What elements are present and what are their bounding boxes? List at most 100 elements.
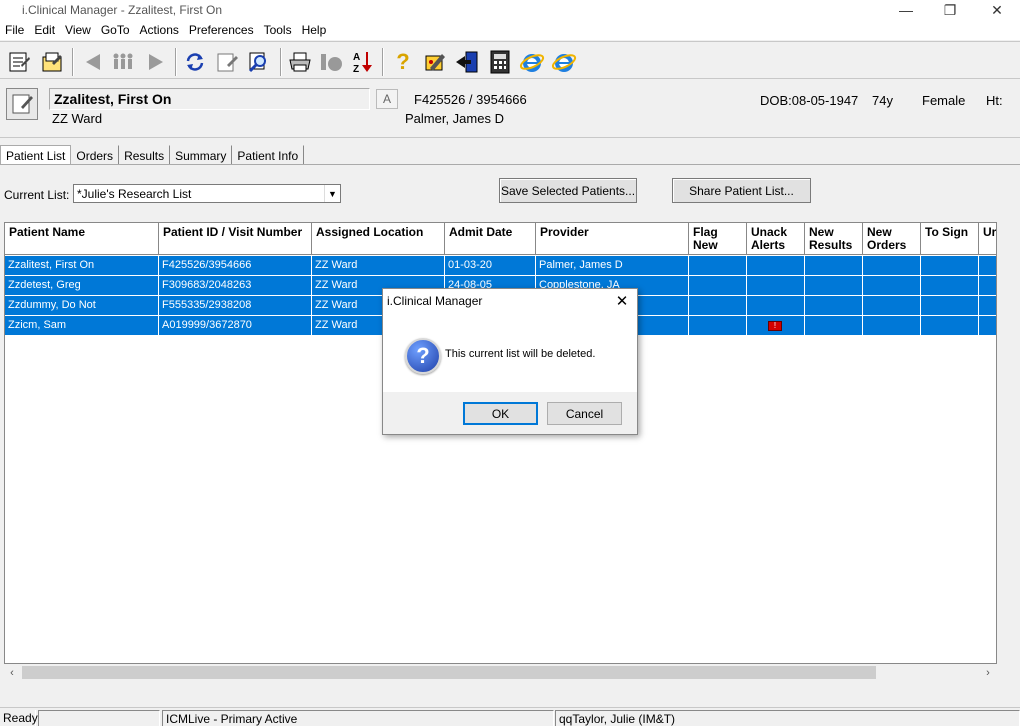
sort-icon[interactable] (318, 49, 344, 75)
cell-new-results (805, 276, 863, 296)
column-header[interactable]: Flag New (689, 223, 747, 255)
cell-patient-id: F425526/3954666 (159, 256, 312, 276)
cell-to-sign (921, 256, 979, 276)
column-header[interactable]: Provider (536, 223, 689, 255)
cell-new-orders (863, 296, 921, 316)
scroll-right-icon[interactable]: › (980, 664, 996, 681)
tab-patient-info[interactable]: Patient Info (232, 145, 305, 165)
svg-text:Z: Z (353, 64, 359, 74)
menu-file[interactable]: File (5, 20, 30, 40)
dialog-body: ? This current list will be deleted. (383, 314, 637, 392)
cell-patient-name: Zzdummy, Do Not (5, 296, 159, 316)
az-sort-icon[interactable]: AZ (350, 49, 376, 75)
chevron-down-icon[interactable]: ▼ (324, 185, 340, 202)
refresh-icon[interactable] (182, 49, 208, 75)
back-arrow-icon[interactable] (80, 49, 106, 75)
status-user: qqTaylor, Julie (IM&T) (555, 710, 1020, 726)
scroll-left-icon[interactable]: ‹ (4, 664, 20, 681)
alert-flag-icon[interactable]: ! (768, 321, 782, 331)
column-header[interactable]: Assigned Location (312, 223, 445, 255)
cell-new-orders (863, 276, 921, 296)
table-row[interactable]: Zzalitest, First On F425526/3954666 ZZ W… (5, 256, 996, 276)
share-patient-list-button[interactable]: Share Patient List... (672, 178, 811, 203)
tab-summary[interactable]: Summary (170, 145, 233, 165)
status-empty-panel (38, 710, 160, 726)
edit-list-icon[interactable] (39, 49, 65, 75)
patient-name: Zzalitest, First On (49, 88, 370, 110)
people-icon[interactable] (110, 49, 136, 75)
scrollbar-thumb[interactable] (22, 666, 876, 679)
column-header[interactable]: Patient ID / Visit Number (159, 223, 312, 255)
cell-admit-date: 01-03-20 (445, 256, 536, 276)
toolbar-separator (280, 48, 282, 76)
cancel-button[interactable]: Cancel (547, 402, 622, 425)
cell-provider: Palmer, James D (536, 256, 689, 276)
vertical-scrollbar[interactable] (997, 222, 1020, 664)
menu-goto[interactable]: GoTo (101, 20, 136, 40)
cell-patient-name: Zzdetest, Greg (5, 276, 159, 296)
patient-edit-icon[interactable] (6, 88, 38, 120)
calculator-icon[interactable] (487, 49, 513, 75)
window-title: i.Clinical Manager - Zzalitest, First On (22, 3, 223, 17)
save-selected-patients-button[interactable]: Save Selected Patients... (499, 178, 637, 203)
binoculars-icon[interactable] (246, 49, 272, 75)
status-bar: Ready ICMLive - Primary Active qqTaylor,… (0, 707, 1020, 726)
exit-icon[interactable] (454, 49, 480, 75)
edit-note-icon[interactable] (214, 49, 240, 75)
current-list-label: Current List: (4, 188, 70, 202)
tools-icon[interactable] (422, 49, 448, 75)
patient-dob: DOB:08-05-1947 (760, 93, 859, 108)
status-system: ICMLive - Primary Active (162, 710, 554, 726)
minimize-button[interactable]: — (884, 0, 928, 20)
dialog-title: i.Clinical Manager ✕ (383, 289, 637, 314)
internet-explorer-icon[interactable] (519, 49, 545, 75)
cell-patient-id: A019999/3672870 (159, 316, 312, 336)
internet-explorer-icon-2[interactable] (551, 49, 577, 75)
close-window-button[interactable]: ✕ (975, 0, 1019, 20)
cell-new-results (805, 296, 863, 316)
menu-view[interactable]: View (65, 20, 97, 40)
column-header[interactable]: Ur (979, 223, 996, 255)
menu-actions[interactable]: Actions (140, 20, 185, 40)
toolbar-separator (72, 48, 74, 76)
cell-flag-new (689, 316, 747, 336)
patient-age: 74y (872, 93, 893, 108)
cell-flag-new (689, 276, 747, 296)
help-icon[interactable]: ? (390, 49, 416, 75)
cell-patient-id: F309683/2048263 (159, 276, 312, 296)
printer-icon[interactable] (287, 49, 313, 75)
dialog-close-icon[interactable]: ✕ (613, 291, 631, 311)
patient-id-visit: F425526 / 3954666 (414, 92, 527, 107)
toolbar: AZ ? (0, 41, 1020, 79)
cell-to-sign (921, 296, 979, 316)
patient-list-icon[interactable] (6, 49, 32, 75)
dialog-title-text: i.Clinical Manager (387, 294, 483, 308)
current-list-value: *Julie's Research List (77, 187, 192, 201)
menu-edit[interactable]: Edit (34, 20, 61, 40)
tab-orders[interactable]: Orders (71, 145, 120, 165)
ok-button[interactable]: OK (463, 402, 538, 425)
column-header[interactable]: To Sign (921, 223, 979, 255)
menu-preferences[interactable]: Preferences (189, 20, 260, 40)
column-header[interactable]: Patient Name (5, 223, 159, 255)
svg-text:A: A (353, 52, 360, 63)
horizontal-scrollbar[interactable]: ‹ › (4, 664, 997, 681)
forward-arrow-icon[interactable] (143, 49, 169, 75)
tab-patient-list[interactable]: Patient List (0, 145, 72, 165)
column-header[interactable]: Unack Alerts (747, 223, 805, 255)
column-header[interactable]: New Results (805, 223, 863, 255)
restore-button[interactable]: ❐ (928, 0, 972, 20)
current-list-select[interactable]: *Julie's Research List ▼ (73, 184, 341, 203)
tab-divider (0, 164, 1020, 165)
title-bar: i.Clinical Manager - Zzalitest, First On… (0, 0, 1020, 20)
tab-results[interactable]: Results (119, 145, 171, 165)
cell-ur (979, 276, 996, 296)
menu-tools[interactable]: Tools (264, 20, 298, 40)
tab-bar: Patient List Orders Results Summary Pati… (0, 145, 305, 165)
question-icon: ? (405, 338, 441, 374)
menu-help[interactable]: Help (302, 20, 333, 40)
confirm-dialog: i.Clinical Manager ✕ ? This current list… (382, 288, 638, 435)
column-header[interactable]: Admit Date (445, 223, 536, 255)
column-header[interactable]: New Orders (863, 223, 921, 255)
patient-a-button[interactable]: A (376, 89, 398, 109)
